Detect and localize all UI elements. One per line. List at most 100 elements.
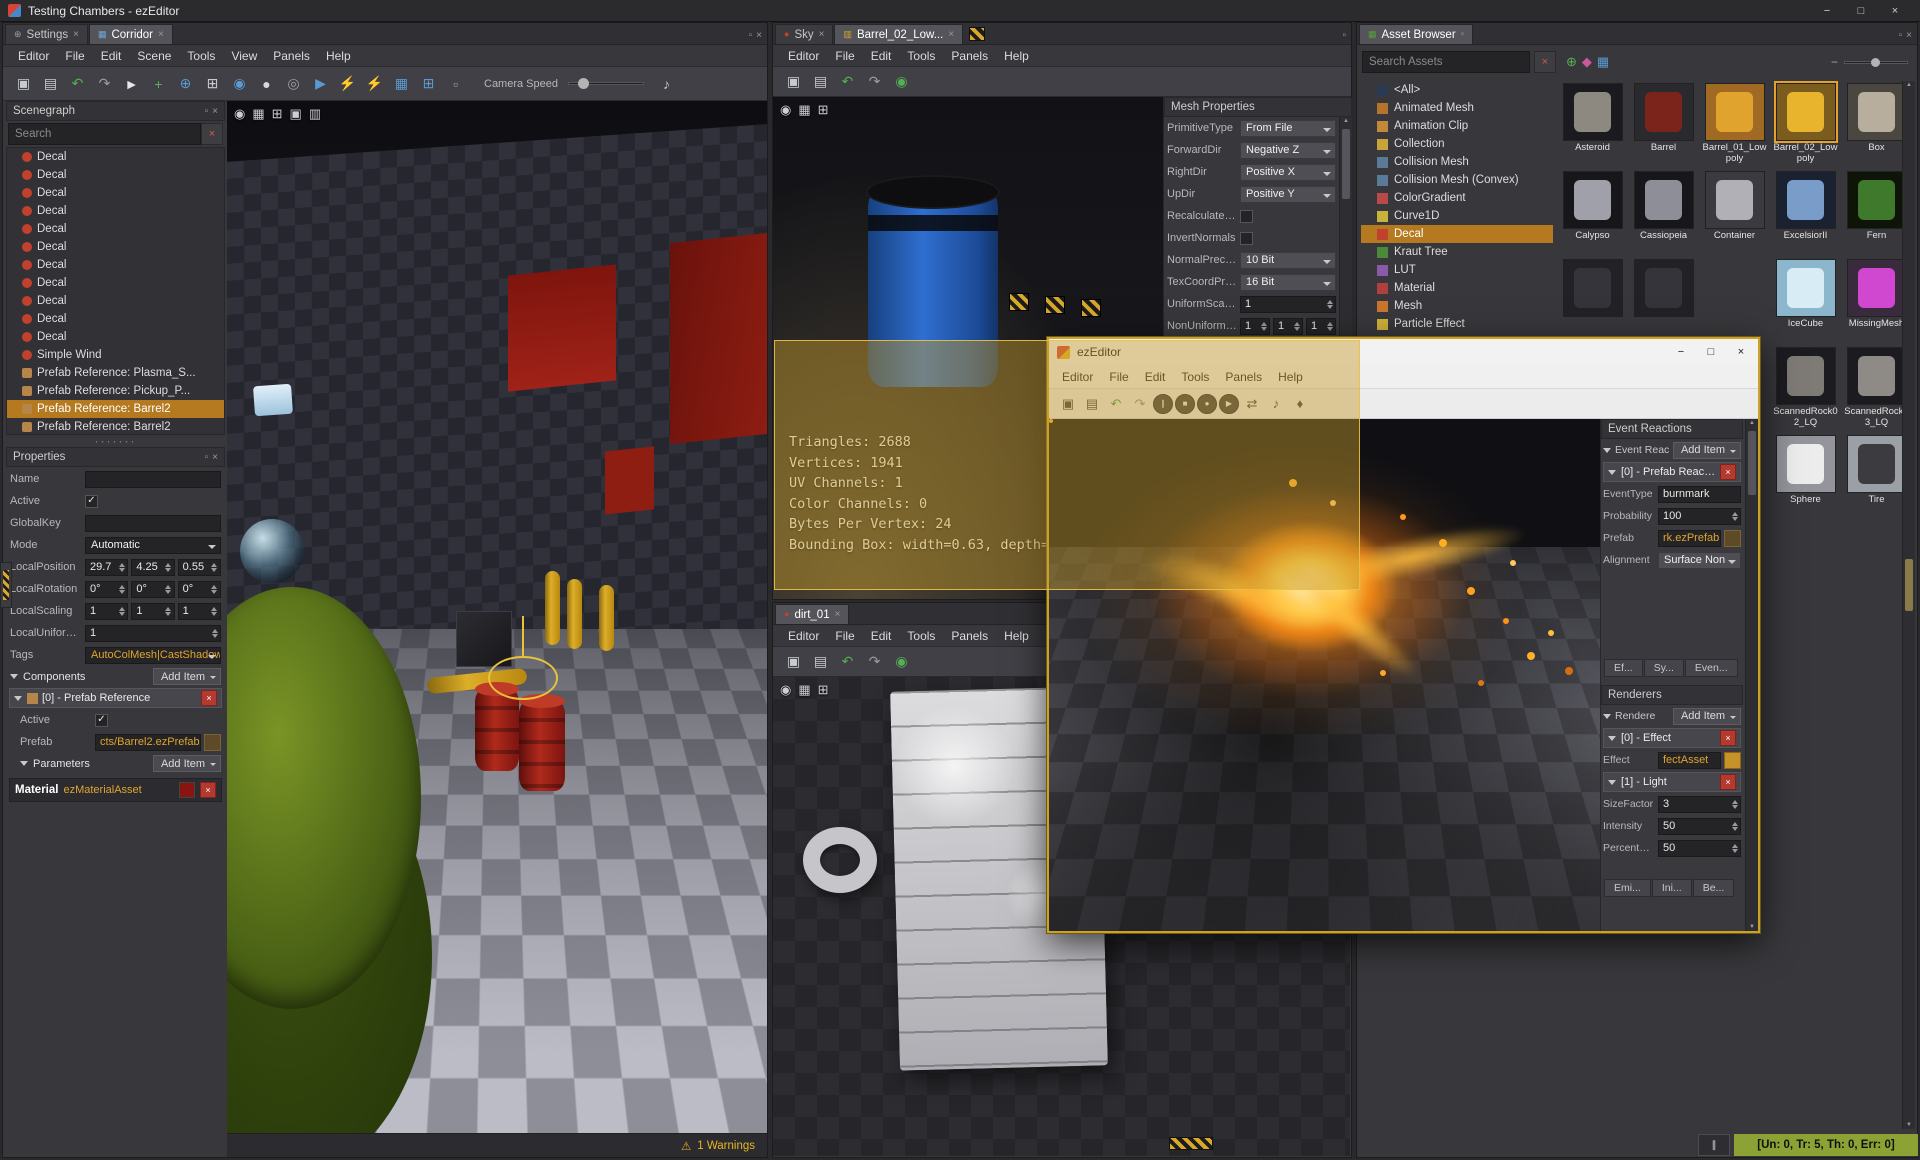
menu-item[interactable]: Tools [180, 47, 222, 65]
toolbar-button[interactable]: ◉ [889, 649, 914, 674]
viewport-tool-icon[interactable]: ▦ [798, 102, 810, 118]
position-z-field[interactable]: 0.55 [177, 558, 221, 576]
asset-browser-tab[interactable]: ▦ Asset Browser [1359, 24, 1474, 44]
toolbar-button[interactable]: ♪ [1265, 393, 1287, 415]
menu-item[interactable]: Editor [781, 47, 826, 65]
menu-item[interactable]: Edit [864, 627, 899, 645]
collapse-icon[interactable] [10, 672, 19, 681]
menu-item[interactable]: Panels [266, 47, 317, 65]
scrollbar[interactable] [1745, 419, 1758, 931]
toolbar-button[interactable]: ▤ [1081, 393, 1103, 415]
menu-item[interactable]: Edit [864, 47, 899, 65]
asset-item[interactable] [1557, 257, 1628, 345]
toolbar-button[interactable]: ● [1197, 393, 1217, 414]
asset-browse-button[interactable] [204, 733, 221, 751]
asset-type-filter[interactable]: Collection [1361, 135, 1553, 153]
maximize-button[interactable] [1696, 341, 1726, 363]
scaling-x-field[interactable]: 1 [85, 602, 129, 620]
toolbar-button[interactable]: ■ [1175, 393, 1195, 414]
asset-item[interactable]: Container [1699, 169, 1770, 257]
toolbar-button[interactable]: ▣ [781, 649, 806, 674]
forward-dir-dropdown[interactable]: Negative Z [1240, 141, 1336, 159]
toolbar-button[interactable]: ⊞ [200, 71, 225, 96]
menu-item[interactable]: File [828, 47, 861, 65]
remove-renderer-button[interactable] [1720, 774, 1736, 790]
asset-item[interactable]: ExcelsiorII [1770, 169, 1841, 257]
prefab-asset-field[interactable]: cts/Barrel2.ezPrefab [95, 733, 201, 751]
close-panel-icon[interactable] [756, 30, 762, 41]
mesh-properties-header[interactable]: Mesh Properties [1164, 97, 1352, 117]
close-panel-icon[interactable] [212, 106, 218, 117]
menu-item[interactable]: Scene [130, 47, 178, 65]
remove-renderer-button[interactable] [1720, 730, 1736, 746]
speaker-icon[interactable]: ♪ [654, 71, 679, 96]
zoom-out-icon[interactable] [1831, 55, 1838, 69]
scenegraph-item[interactable]: Decal [7, 148, 224, 166]
asset-type-filter[interactable]: Animated Mesh [1361, 99, 1553, 117]
document-tab[interactable]: ⊕ Settings [5, 24, 88, 44]
name-input[interactable] [85, 470, 221, 488]
right-dir-dropdown[interactable]: Positive X [1240, 163, 1336, 181]
panel-tab[interactable]: Ini... [1651, 879, 1692, 897]
toolbar-button[interactable]: ⊞ [416, 71, 441, 96]
scenegraph-item[interactable]: Decal [7, 328, 224, 346]
viewport-tool-icon[interactable]: ⊞ [818, 682, 829, 698]
intensity-field[interactable]: 50 [1658, 817, 1741, 835]
texcoord-precision-dropdown[interactable]: 16 Bit [1240, 273, 1336, 291]
asset-header-icon[interactable]: ⊕ [1566, 54, 1577, 70]
size-factor-field[interactable]: 3 [1658, 795, 1741, 813]
asset-type-filter[interactable]: ColorGradient [1361, 189, 1553, 207]
toolbar-button[interactable]: ⚡ [362, 71, 387, 96]
asset-type-filter[interactable]: Mesh [1361, 297, 1553, 315]
asset-type-filter[interactable]: <All> [1361, 81, 1553, 99]
minimize-button[interactable] [1666, 341, 1696, 363]
rotation-x-field[interactable]: 0° [85, 580, 129, 598]
scenegraph-item[interactable]: Simple Wind [7, 346, 224, 364]
tab-close-icon[interactable] [73, 29, 79, 40]
probability-field[interactable]: 100 [1658, 507, 1741, 525]
minimize-button[interactable] [1810, 1, 1844, 21]
menu-item[interactable]: Help [319, 47, 358, 65]
asset-type-filter[interactable]: Material [1361, 279, 1553, 297]
menu-item[interactable]: Edit [94, 47, 129, 65]
position-y-field[interactable]: 4.25 [131, 558, 175, 576]
alignment-dropdown[interactable]: Surface Non [1658, 551, 1741, 569]
invert-normals-checkbox[interactable] [1240, 231, 1253, 245]
selection-gizmo[interactable] [488, 656, 558, 700]
menu-item[interactable]: File [1102, 368, 1135, 386]
panel-tab[interactable]: Be... [1692, 879, 1735, 897]
menu-item[interactable]: Editor [1055, 368, 1100, 386]
toolbar-button[interactable]: ▣ [781, 69, 806, 94]
menu-item[interactable]: Editor [11, 47, 56, 65]
scenegraph-item[interactable]: Decal [7, 310, 224, 328]
panel-tab[interactable]: Sy... [1643, 659, 1684, 677]
warnings-bar[interactable]: 1 Warnings [227, 1133, 767, 1157]
scenegraph-item[interactable]: Prefab Reference: Barrel2 [7, 418, 224, 434]
asset-header-icon[interactable]: ◆ [1582, 54, 1592, 70]
effect-asset-button[interactable] [1724, 751, 1741, 769]
panel-splitter[interactable] [6, 435, 225, 447]
tab-close-icon[interactable] [948, 29, 954, 40]
asset-item[interactable]: ScannedRock02_LQ [1770, 345, 1841, 433]
viewport-tool-icon[interactable]: ▣ [290, 106, 302, 122]
normal-precision-dropdown[interactable]: 10 Bit [1240, 251, 1336, 269]
scenegraph-header[interactable]: Scenegraph [6, 101, 225, 121]
remove-reaction-button[interactable] [1720, 464, 1736, 480]
percentage-field[interactable]: 50 [1658, 839, 1741, 857]
panel-tab[interactable]: Emi... [1604, 879, 1651, 897]
viewport-tool-icon[interactable]: ◉ [234, 106, 245, 122]
rotation-y-field[interactable]: 0° [131, 580, 175, 598]
toolbar-button[interactable]: ↷ [92, 71, 117, 96]
menu-item[interactable]: Edit [1138, 368, 1173, 386]
asset-type-filter[interactable]: LUT [1361, 261, 1553, 279]
asset-type-filter[interactable]: Collision Mesh (Convex) [1361, 171, 1553, 189]
gizmo-handle[interactable] [1009, 293, 1029, 311]
close-panel-icon[interactable] [212, 452, 218, 463]
toolbar-button[interactable]: ▶ [1219, 393, 1239, 414]
menu-item[interactable]: File [58, 47, 91, 65]
particle-viewport[interactable] [1049, 419, 1600, 931]
toolbar-button[interactable]: ▣ [1057, 393, 1079, 415]
collapse-icon[interactable] [1603, 712, 1612, 721]
asset-item[interactable]: Barrel_02_Lowpoly [1770, 81, 1841, 169]
uniform-scaling-field[interactable]: 1 [85, 624, 221, 642]
